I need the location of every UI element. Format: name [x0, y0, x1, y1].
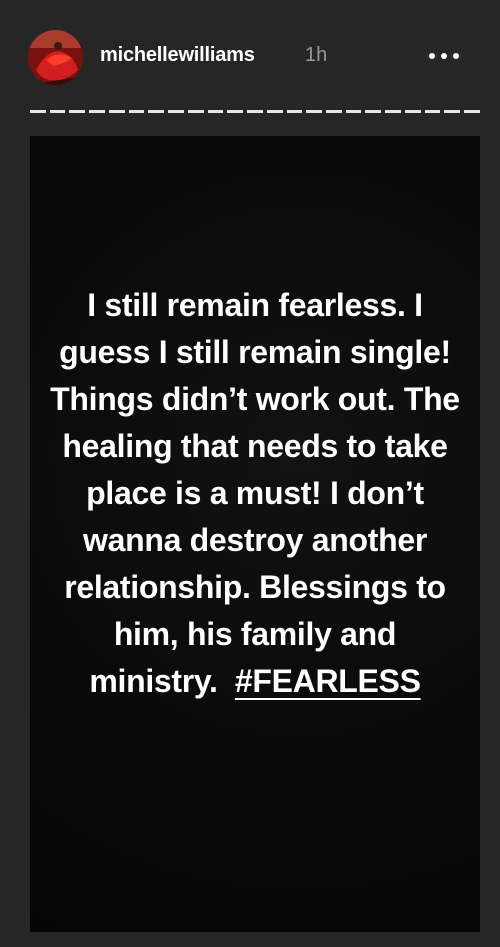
progress-segment — [464, 109, 480, 113]
avatar-photo — [28, 30, 83, 85]
progress-segment — [404, 109, 421, 113]
progress-segment — [89, 109, 105, 113]
story-text-block: I still remain fearless. I guess I still… — [50, 282, 460, 705]
avatar[interactable] — [28, 30, 83, 85]
progress-segment — [69, 109, 86, 113]
story-progress-bar — [30, 104, 480, 118]
progress-segment — [365, 109, 382, 113]
progress-segment — [326, 109, 342, 113]
story-header: michellewilliams 1h — [0, 0, 500, 104]
progress-segment — [385, 109, 401, 113]
progress-segment — [207, 109, 224, 113]
progress-segment — [247, 109, 263, 113]
more-horizontal-icon — [441, 53, 447, 59]
more-options-button[interactable] — [420, 44, 468, 68]
more-horizontal-icon — [453, 53, 459, 59]
username[interactable]: michellewilliams — [100, 44, 255, 67]
progress-segment — [148, 109, 165, 113]
progress-segment — [187, 109, 204, 113]
story-text: I still remain fearless. I guess I still… — [50, 287, 460, 699]
progress-segment — [424, 109, 441, 113]
progress-segment — [227, 109, 244, 113]
hashtag-link[interactable]: #FEARLESS — [235, 663, 421, 699]
progress-segment — [444, 109, 461, 113]
progress-segment — [128, 109, 145, 113]
more-horizontal-icon — [429, 53, 435, 59]
progress-segment — [108, 109, 125, 113]
progress-segment — [168, 109, 184, 113]
progress-segment — [49, 109, 66, 113]
progress-segment — [266, 109, 283, 113]
progress-segment — [286, 109, 303, 113]
story-card[interactable]: I still remain fearless. I guess I still… — [30, 136, 480, 932]
progress-segment — [306, 109, 323, 113]
progress-segment — [345, 109, 362, 113]
progress-segment — [30, 109, 46, 113]
post-time: 1h — [305, 44, 328, 66]
story-viewer: michellewilliams 1h I still remain fearl… — [0, 0, 500, 947]
